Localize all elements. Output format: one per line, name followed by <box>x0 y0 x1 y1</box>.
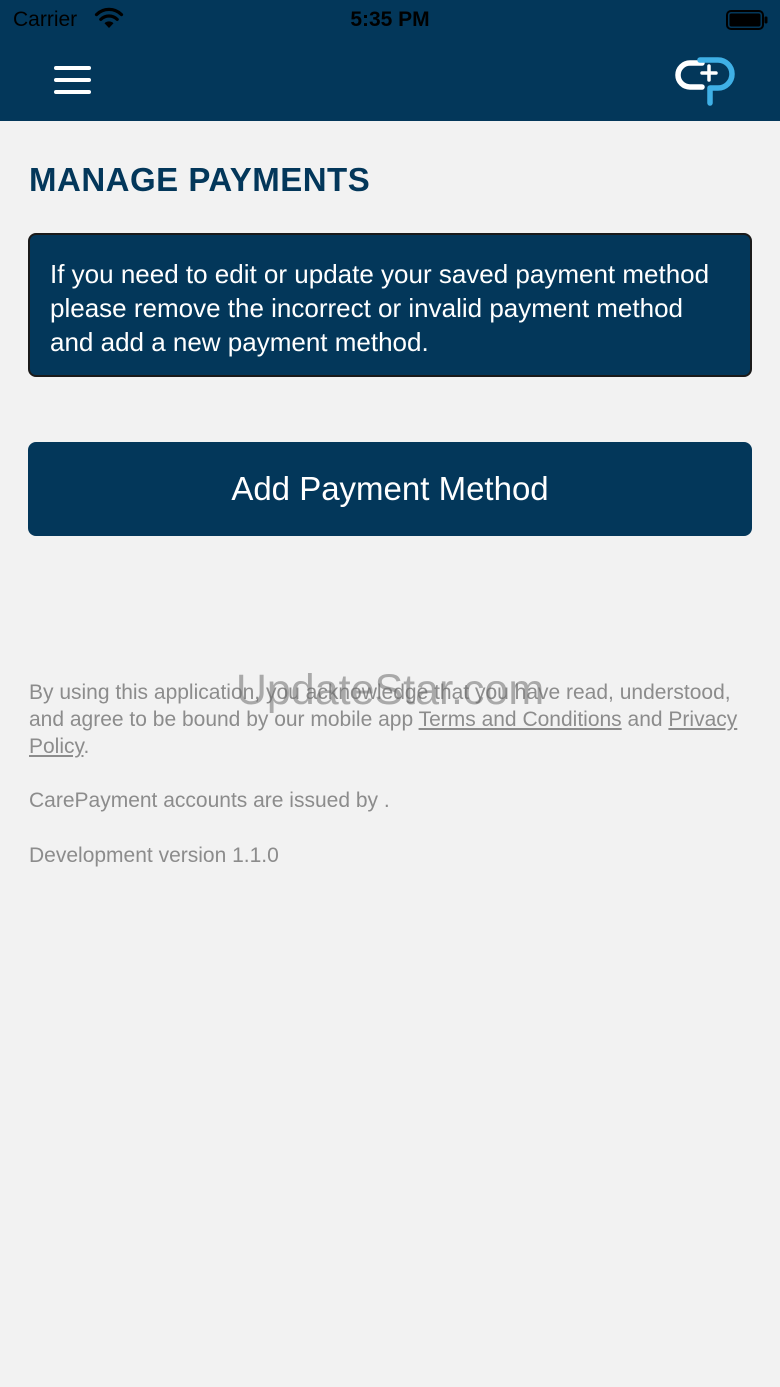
carepayment-logo-icon <box>674 52 744 111</box>
status-time: 5:35 PM <box>350 8 430 31</box>
version-text: Development version 1.1.0 <box>29 844 279 867</box>
status-bar: Carrier 5:35 PM <box>0 0 780 40</box>
info-banner: If you need to edit or update your saved… <box>28 233 752 377</box>
app-header: Carrier 5:35 PM <box>0 0 780 121</box>
add-payment-method-button[interactable]: Add Payment Method <box>28 442 752 536</box>
watermark: UpdateStar.com <box>235 666 545 714</box>
battery-icon <box>726 10 768 36</box>
terms-suffix: . <box>83 735 90 758</box>
hamburger-menu-icon[interactable] <box>54 66 92 94</box>
info-message: If you need to edit or update your saved… <box>50 259 710 357</box>
issued-by-text: CarePayment accounts are issued by . <box>29 789 390 812</box>
page-title: MANAGE PAYMENTS <box>29 161 371 198</box>
